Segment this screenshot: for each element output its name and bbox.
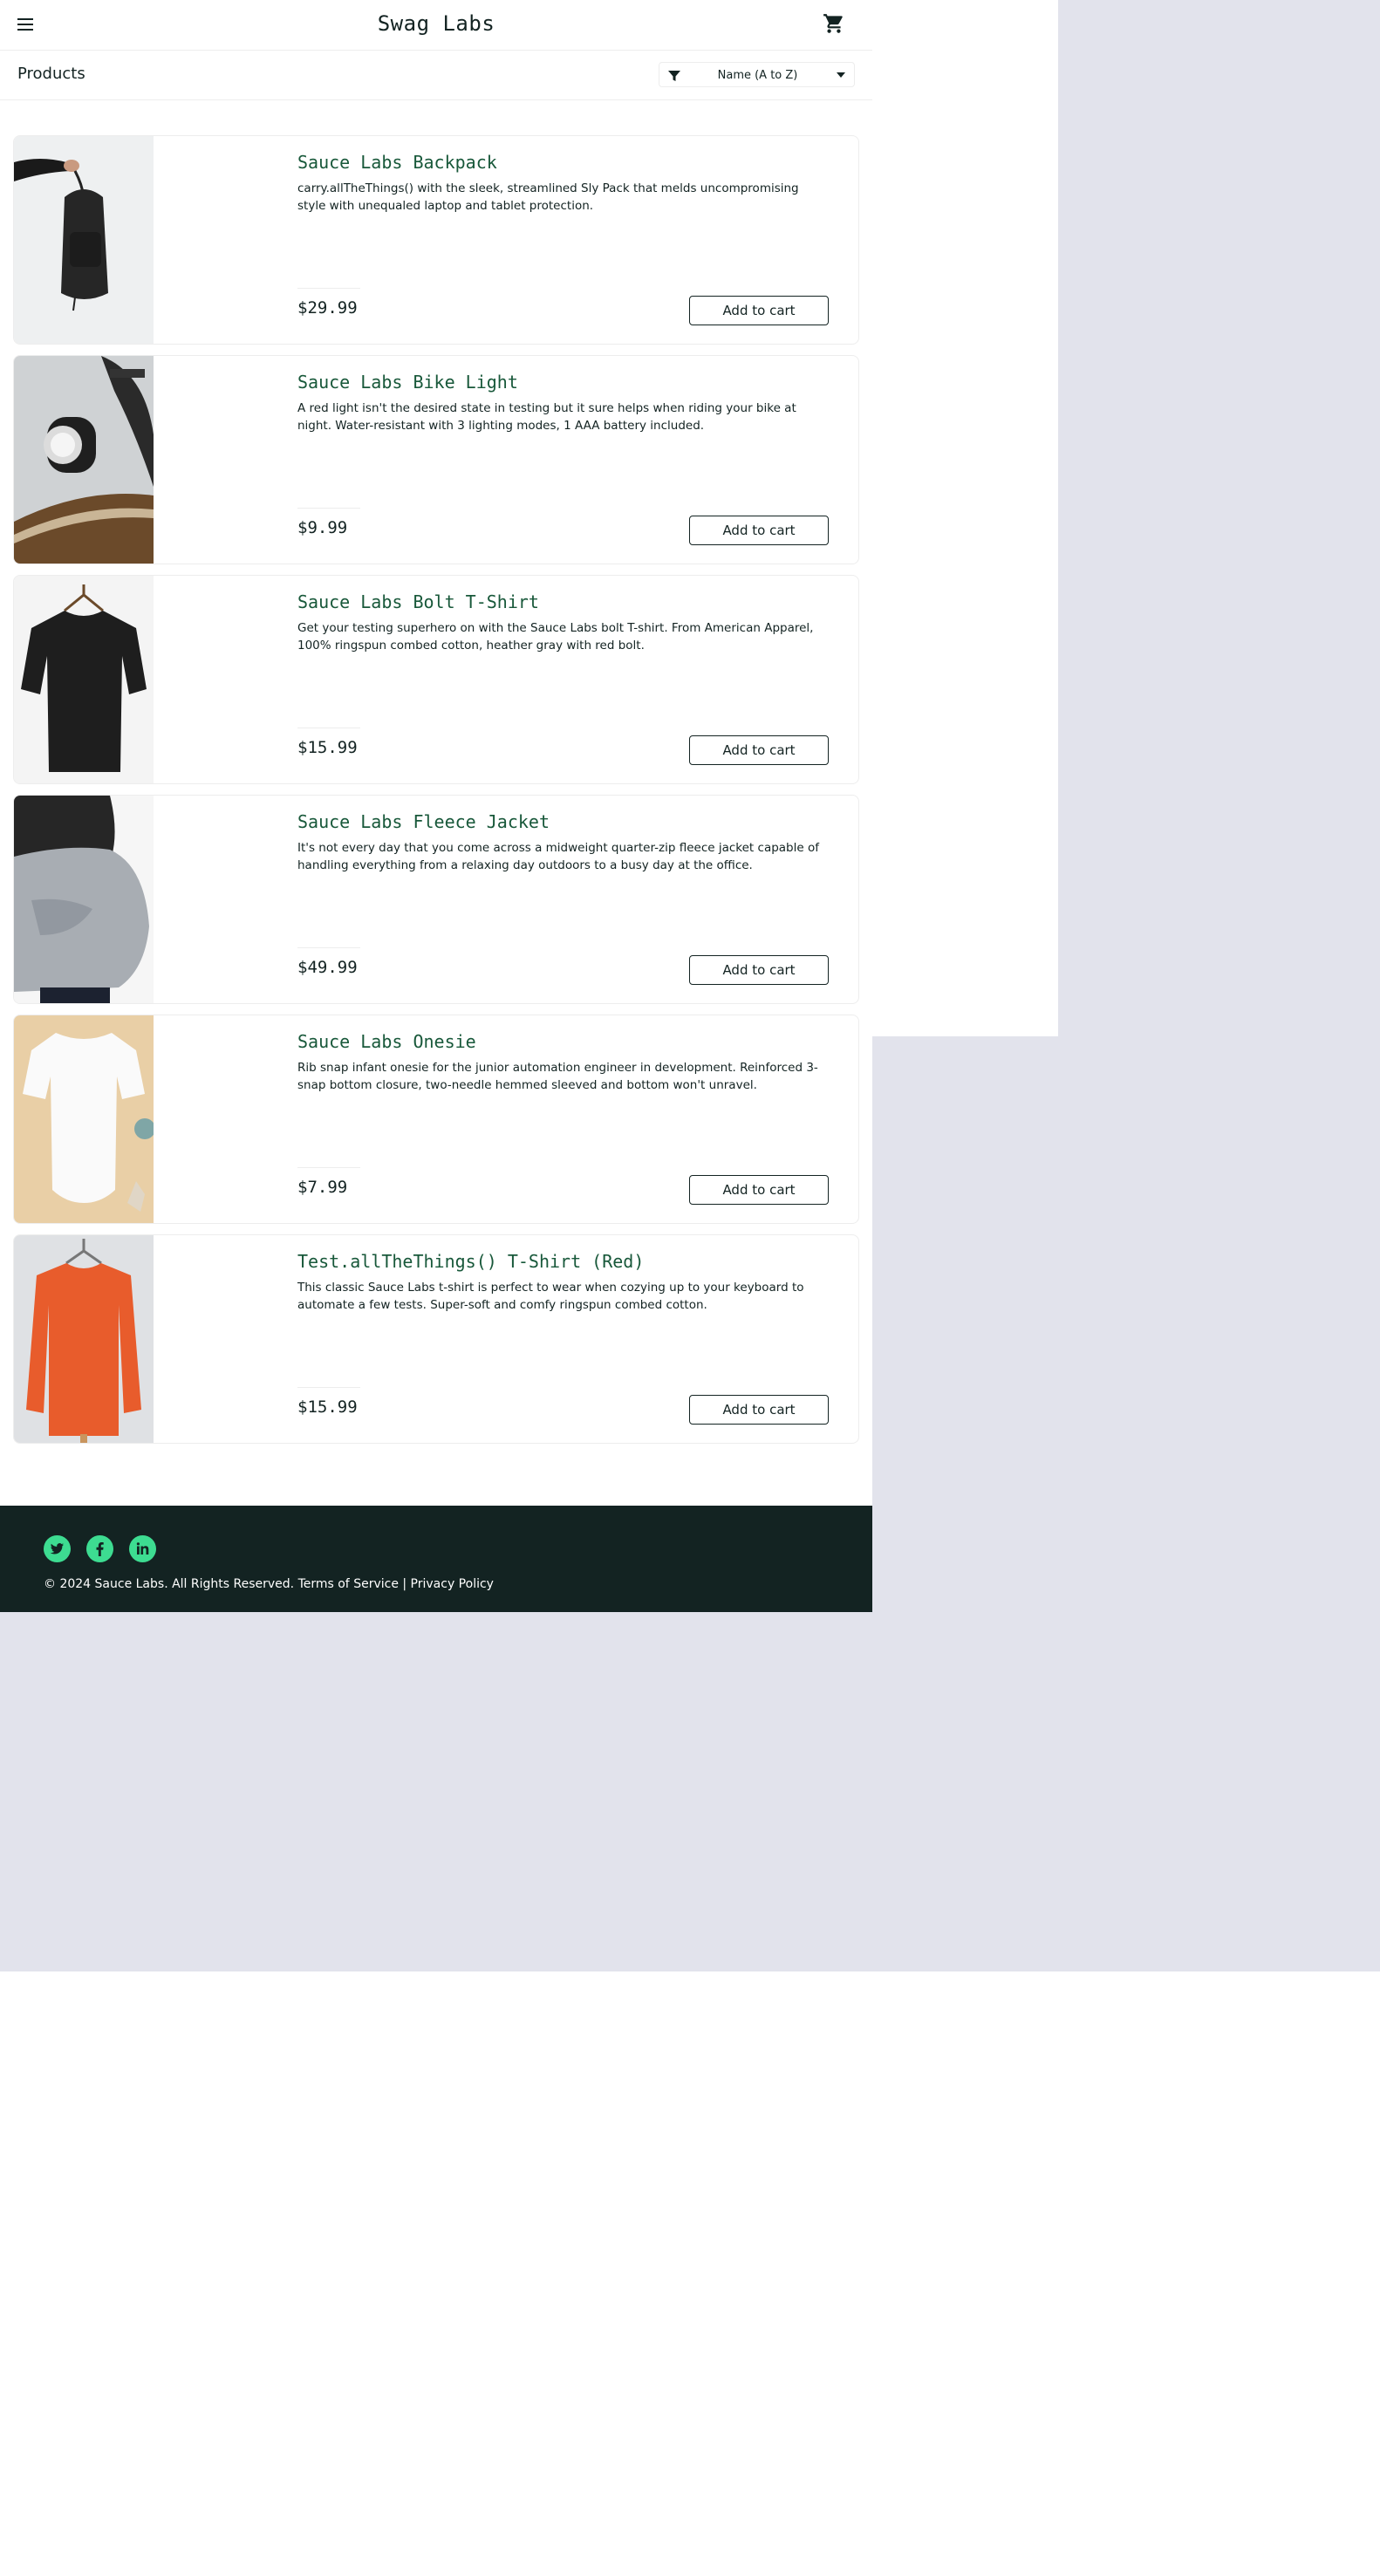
add-to-cart-button[interactable]: Add to cart bbox=[689, 516, 829, 545]
linkedin-icon[interactable] bbox=[129, 1535, 156, 1562]
product-name[interactable]: Sauce Labs Backpack bbox=[297, 152, 497, 173]
divider bbox=[297, 1387, 360, 1388]
chevron-down-icon bbox=[837, 72, 845, 78]
shopping-cart-icon[interactable] bbox=[823, 12, 845, 35]
product-image-red-tshirt[interactable] bbox=[14, 1235, 154, 1443]
product-price: $15.99 bbox=[297, 738, 358, 757]
primary-header: Swag Labs bbox=[0, 0, 872, 51]
inventory-item: Sauce Labs Onesie Rib snap infant onesie… bbox=[13, 1015, 859, 1224]
facebook-icon[interactable] bbox=[86, 1535, 113, 1562]
add-to-cart-button[interactable]: Add to cart bbox=[689, 1175, 829, 1205]
sort-dropdown[interactable]: Name (A to Z) bbox=[659, 62, 855, 87]
product-name[interactable]: Test.allTheThings() T-Shirt (Red) bbox=[297, 1251, 644, 1272]
product-price: $9.99 bbox=[297, 518, 348, 537]
product-price: $49.99 bbox=[297, 958, 358, 977]
product-description: Get your testing superhero on with the S… bbox=[297, 621, 814, 653]
divider bbox=[297, 288, 360, 289]
product-name[interactable]: Sauce Labs Bike Light bbox=[297, 372, 518, 393]
product-price: $29.99 bbox=[297, 298, 358, 318]
product-description: A red light isn't the desired state in t… bbox=[297, 401, 796, 433]
inventory-item: Sauce Labs Backpack carry.allTheThings()… bbox=[13, 135, 859, 345]
product-description: This classic Sauce Labs t-shirt is perfe… bbox=[297, 1281, 804, 1312]
product-price: $15.99 bbox=[297, 1397, 358, 1417]
footer-copyright: © 2024 Sauce Labs. All Rights Reserved. … bbox=[44, 1577, 494, 1591]
product-name[interactable]: Sauce Labs Fleece Jacket bbox=[297, 811, 550, 832]
secondary-header: Products Name (A to Z) bbox=[0, 51, 872, 100]
page-title: Products bbox=[17, 65, 85, 83]
product-price: $7.99 bbox=[297, 1178, 348, 1197]
product-name[interactable]: Sauce Labs Bolt T-Shirt bbox=[297, 591, 539, 612]
product-description: Rib snap infant onesie for the junior au… bbox=[297, 1061, 818, 1092]
inventory-list: Sauce Labs Backpack carry.allTheThings()… bbox=[13, 135, 859, 1454]
footer: © 2024 Sauce Labs. All Rights Reserved. … bbox=[0, 1506, 872, 1612]
product-description: carry.allTheThings() with the sleek, str… bbox=[297, 181, 799, 213]
product-image-onesie[interactable] bbox=[14, 1015, 154, 1223]
add-to-cart-button[interactable]: Add to cart bbox=[689, 1395, 829, 1425]
divider bbox=[297, 947, 360, 948]
add-to-cart-button[interactable]: Add to cart bbox=[689, 296, 829, 325]
inventory-item: Test.allTheThings() T-Shirt (Red) This c… bbox=[13, 1234, 859, 1444]
twitter-icon[interactable] bbox=[44, 1535, 71, 1562]
divider bbox=[297, 508, 360, 509]
add-to-cart-button[interactable]: Add to cart bbox=[689, 735, 829, 765]
app-container: Swag Labs Products Name (A to Z) Sauce L… bbox=[0, 0, 872, 1612]
product-image-bolt-tshirt[interactable] bbox=[14, 576, 154, 783]
product-image-bike-light[interactable] bbox=[14, 356, 154, 564]
inventory-item: Sauce Labs Fleece Jacket It's not every … bbox=[13, 795, 859, 1004]
inventory-item: Sauce Labs Bolt T-Shirt Get your testing… bbox=[13, 575, 859, 784]
app-logo: Swag Labs bbox=[377, 11, 495, 36]
side-panel bbox=[872, 0, 1058, 1036]
sort-selected-value: Name (A to Z) bbox=[717, 69, 798, 82]
product-name[interactable]: Sauce Labs Onesie bbox=[297, 1031, 476, 1052]
product-image-fleece-jacket[interactable] bbox=[14, 796, 154, 1003]
add-to-cart-button[interactable]: Add to cart bbox=[689, 955, 829, 985]
product-description: It's not every day that you come across … bbox=[297, 841, 819, 872]
inventory-item: Sauce Labs Bike Light A red light isn't … bbox=[13, 355, 859, 564]
divider bbox=[297, 1167, 360, 1168]
product-image-backpack[interactable] bbox=[14, 136, 154, 344]
